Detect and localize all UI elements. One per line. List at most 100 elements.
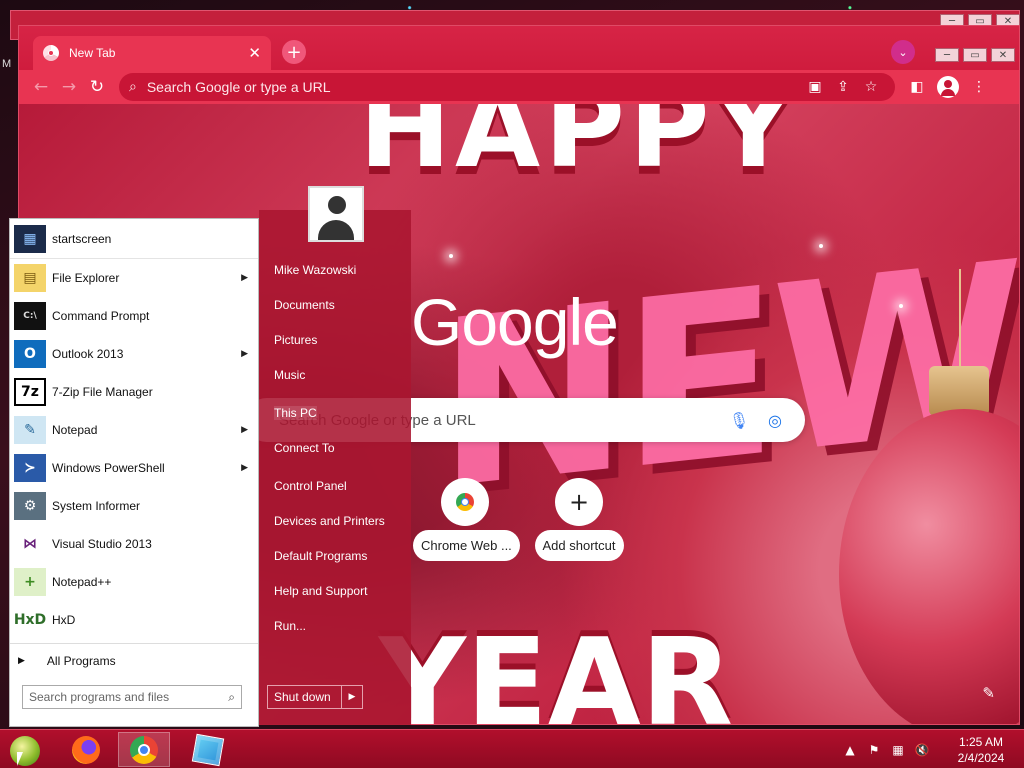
- command-prompt-icon: C:\: [14, 302, 46, 330]
- volume-muted-icon[interactable]: 🔇: [910, 743, 934, 757]
- network-icon[interactable]: ▦: [886, 743, 910, 757]
- program-hxd[interactable]: HxD HxD: [10, 601, 258, 639]
- toolbar-right: ◧ ⋮: [903, 76, 993, 98]
- program-name: startscreen: [52, 231, 112, 246]
- chrome-icon: [130, 735, 158, 764]
- new-tab-button[interactable]: +: [282, 40, 306, 64]
- chrome-toolbar: ← → ↻ ⌕ Search Google or type a URL ▣ ⇪ …: [19, 70, 1019, 104]
- shutdown-label: Shut down: [268, 686, 342, 708]
- start-search-input[interactable]: Search programs and files ⌕: [22, 685, 242, 709]
- program-outlook-2013[interactable]: O Outlook 2013 ▶: [10, 335, 258, 373]
- microphone-icon[interactable]: 🎙: [727, 411, 751, 430]
- tab-close-icon[interactable]: ✕: [248, 44, 261, 62]
- hxd-icon: HxD: [14, 606, 46, 634]
- program-system-informer[interactable]: ⚙ System Informer: [10, 487, 258, 525]
- start-menu-right-panel: [259, 210, 411, 725]
- reload-icon[interactable]: ↻: [83, 73, 111, 101]
- program-name: 7-Zip File Manager: [52, 385, 153, 399]
- back-arrow-icon[interactable]: ←: [27, 73, 55, 101]
- sparkle: [819, 244, 823, 248]
- program-windows-powershell[interactable]: ≻ Windows PowerShell ▶: [10, 449, 258, 487]
- place-music[interactable]: Music: [274, 368, 305, 382]
- sparkle: [899, 304, 903, 308]
- program-name: File Explorer: [52, 271, 120, 285]
- site-blocked-icon[interactable]: ▣: [801, 79, 829, 95]
- program-7zip[interactable]: 7z 7-Zip File Manager: [10, 373, 258, 411]
- program-name: System Informer: [52, 499, 141, 513]
- user-avatar[interactable]: [308, 186, 364, 242]
- menu-icon[interactable]: ⋮: [965, 79, 993, 95]
- taskbar-chrome[interactable]: [118, 732, 170, 767]
- minimize-icon[interactable]: ─: [935, 48, 959, 62]
- file-explorer-icon: ▤: [14, 264, 46, 292]
- google-logo: Google: [411, 285, 619, 359]
- clock[interactable]: 1:25 AM 2/4/2024: [946, 734, 1016, 766]
- profile-icon[interactable]: [937, 76, 959, 98]
- program-notepad-plus-plus[interactable]: + Notepad++: [10, 563, 258, 601]
- program-name: Windows PowerShell: [52, 461, 165, 475]
- tab-new-tab[interactable]: New Tab ✕: [33, 36, 271, 70]
- all-programs-label: All Programs: [46, 653, 116, 668]
- place-pictures[interactable]: Pictures: [274, 333, 317, 347]
- start-search-placeholder: Search programs and files: [29, 690, 170, 704]
- expand-arrow-icon: ▶: [18, 655, 25, 666]
- submenu-arrow-icon: ▶: [241, 463, 248, 473]
- taskbar-puzzle-app[interactable]: [182, 732, 234, 767]
- background-art-happy: HAPPY: [359, 104, 798, 192]
- place-user-name[interactable]: Mike Wazowski: [274, 263, 356, 277]
- place-run[interactable]: Run...: [274, 619, 306, 633]
- chrome-web-store-icon: [456, 493, 474, 511]
- place-devices-and-printers[interactable]: Devices and Printers: [274, 514, 385, 528]
- omnibox[interactable]: ⌕ Search Google or type a URL ▣ ⇪ ☆: [119, 73, 895, 101]
- shutdown-options-arrow-icon[interactable]: ▶: [342, 692, 362, 702]
- notepad-icon: ✎: [14, 416, 46, 444]
- notepad-plus-plus-icon: +: [14, 568, 46, 596]
- program-file-explorer[interactable]: ▤ File Explorer ▶: [10, 259, 258, 297]
- clock-time: 1:25 AM: [958, 734, 1004, 749]
- star-icon[interactable]: ☆: [857, 79, 885, 95]
- place-connect-to[interactable]: Connect To: [274, 441, 335, 455]
- tab-search-button[interactable]: ⌄: [891, 40, 915, 64]
- maximize-icon[interactable]: ▭: [963, 48, 987, 62]
- clock-date: 2/4/2024: [957, 750, 1005, 765]
- flag-icon[interactable]: ⚑: [862, 743, 886, 757]
- submenu-arrow-icon: ▶: [241, 273, 248, 283]
- customize-pencil-icon[interactable]: ✎: [982, 684, 995, 702]
- place-default-programs[interactable]: Default Programs: [274, 549, 367, 563]
- program-name: HxD: [52, 613, 76, 627]
- show-hidden-icons-icon[interactable]: ▲: [838, 743, 862, 757]
- place-help-and-support[interactable]: Help and Support: [274, 584, 367, 598]
- shortcut-add[interactable]: + Add shortcut: [527, 478, 631, 561]
- shutdown-button[interactable]: Shut down ▶: [267, 685, 363, 709]
- user-body-icon: [318, 220, 354, 240]
- submenu-arrow-icon: ▶: [241, 425, 248, 435]
- place-this-pc[interactable]: This PC: [274, 406, 317, 420]
- taskbar-firefox[interactable]: [60, 732, 112, 767]
- shortcut-icon-container: [441, 478, 489, 526]
- all-programs-button[interactable]: ▶ All Programs: [10, 643, 258, 677]
- program-startscreen[interactable]: ▦ startscreen: [10, 219, 258, 259]
- place-documents[interactable]: Documents: [274, 298, 335, 312]
- program-notepad[interactable]: ✎ Notepad ▶: [10, 411, 258, 449]
- plus-icon: +: [555, 478, 603, 526]
- share-icon[interactable]: ⇪: [829, 79, 857, 95]
- start-orb-icon[interactable]: [10, 736, 40, 766]
- start-menu-programs-panel: ▦ startscreen ▤ File Explorer ▶ C:\ Comm…: [9, 218, 259, 727]
- side-panel-icon[interactable]: ◧: [903, 79, 931, 95]
- place-control-panel[interactable]: Control Panel: [274, 479, 347, 493]
- google-lens-icon[interactable]: ◎: [763, 411, 787, 430]
- omnibox-placeholder: Search Google or type a URL: [146, 79, 331, 95]
- program-name: Notepad++: [52, 575, 112, 589]
- shortcut-label: Add shortcut: [534, 530, 624, 561]
- forward-arrow-icon[interactable]: →: [55, 73, 83, 101]
- startscreen-icon: ▦: [14, 224, 46, 253]
- shortcut-chrome-web-store[interactable]: Chrome Web ...: [413, 478, 520, 561]
- program-command-prompt[interactable]: C:\ Command Prompt: [10, 297, 258, 335]
- program-name: Notepad: [52, 423, 98, 437]
- program-visual-studio-2013[interactable]: ⋈ Visual Studio 2013: [10, 525, 258, 563]
- search-icon: ⌕: [129, 79, 137, 95]
- program-name: Outlook 2013: [52, 347, 124, 361]
- puzzle-app-icon: [191, 733, 225, 766]
- search-icon: ⌕: [228, 689, 235, 704]
- close-icon[interactable]: ✕: [991, 48, 1015, 62]
